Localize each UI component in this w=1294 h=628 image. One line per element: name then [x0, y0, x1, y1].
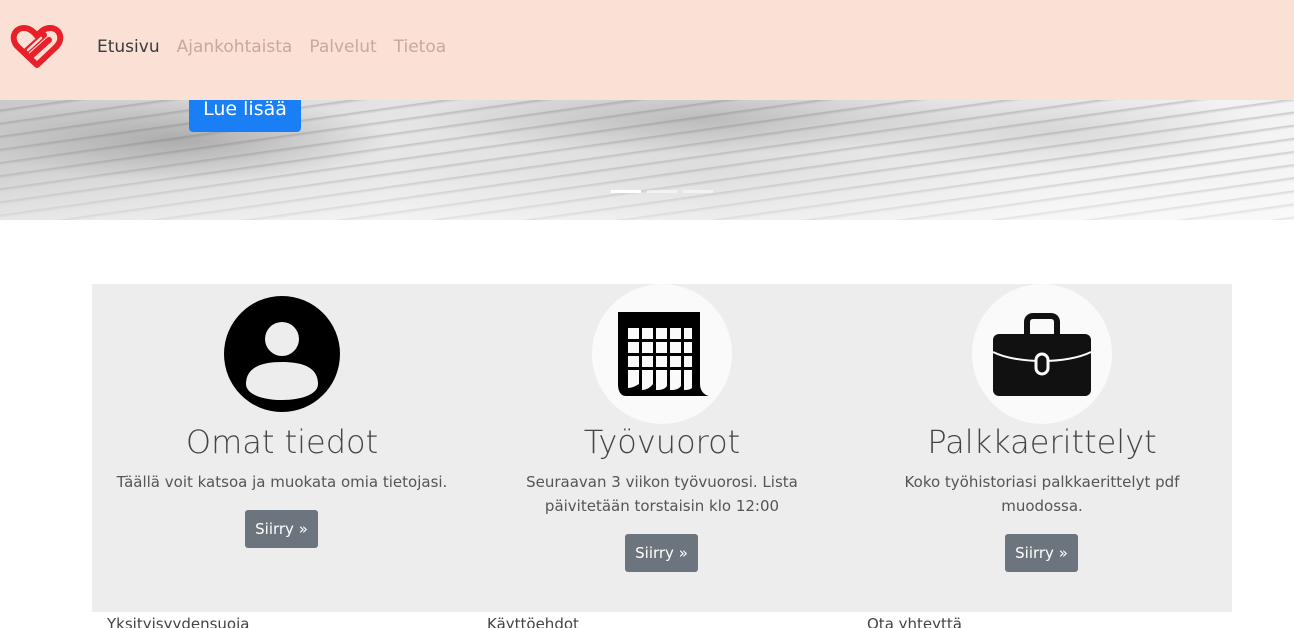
calendar-icon [592, 284, 732, 424]
feature-title: Omat tiedot [185, 423, 379, 461]
feature-title: Palkkaerittelyt [927, 423, 1157, 461]
nav-links: Etusivu Ajankohtaista Palvelut Tietoa [97, 36, 463, 58]
feature-title: Työvuorot [583, 423, 741, 461]
heart-link-logo-icon[interactable] [10, 25, 64, 69]
nav-link-tietoa[interactable]: Tietoa [394, 36, 447, 58]
carousel-indicator-3[interactable] [683, 190, 713, 193]
feature-description: Koko työhistoriasi palkkaerittelyt pdf m… [904, 473, 1180, 515]
carousel-indicator-1[interactable] [611, 190, 641, 193]
carousel-indicator-2[interactable] [647, 190, 677, 193]
navbar: Etusivu Ajankohtaista Palvelut Tietoa [0, 0, 1294, 100]
nav-link-palvelut[interactable]: Palvelut [309, 36, 376, 58]
nav-link-etusivu[interactable]: Etusivu [97, 36, 160, 58]
siirry-button-palkkaerittelyt[interactable]: Siirry » [1005, 534, 1078, 572]
footer-link-privacy[interactable]: Yksityisyydensuoja [107, 614, 249, 628]
siirry-button-tyovuorot[interactable]: Siirry » [625, 534, 698, 572]
features-section: Omat tiedot Täällä voit katsoa ja muokat… [92, 284, 1232, 612]
hero-carousel: Lue lisää [0, 100, 1294, 220]
footer-link-terms[interactable]: Käyttöehdot [487, 614, 579, 628]
briefcase-icon [972, 284, 1112, 424]
siirry-button-omat-tiedot[interactable]: Siirry » [245, 510, 318, 548]
footer-link-contact[interactable]: Ota yhteyttä [867, 614, 962, 628]
carousel-indicators [611, 190, 713, 193]
nav-link-ajankohtaista[interactable]: Ajankohtaista [177, 36, 293, 58]
user-circle-icon [212, 284, 352, 424]
feature-description: Täällä voit katsoa ja muokata omia tieto… [116, 473, 448, 491]
feature-description: Seuraavan 3 viikon työvuorosi. Lista päi… [526, 473, 798, 515]
read-more-button[interactable]: Lue lisää [189, 100, 301, 132]
